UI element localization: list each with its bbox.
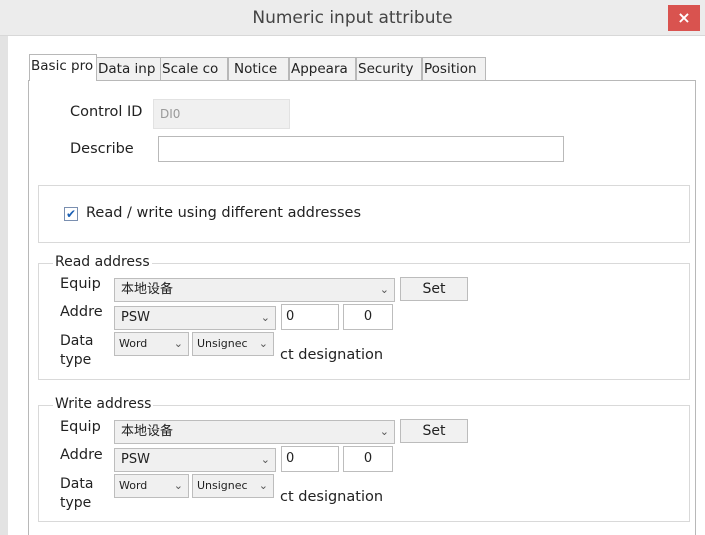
read-equip-label: Equip bbox=[60, 276, 101, 292]
write-sign-select[interactable]: Unsignec ⌄ bbox=[192, 474, 274, 498]
read-set-button[interactable]: Set bbox=[400, 277, 468, 301]
write-address-number-2[interactable]: 0 bbox=[343, 446, 393, 472]
describe-input[interactable] bbox=[158, 136, 564, 162]
tab-appearance[interactable]: Appeara bbox=[289, 57, 356, 81]
write-data-label-line1: Data bbox=[60, 476, 94, 492]
describe-label: Describe bbox=[70, 141, 134, 157]
tab-notice[interactable]: Notice bbox=[228, 57, 289, 81]
write-set-button[interactable]: Set bbox=[400, 419, 468, 443]
chevron-down-icon: ⌄ bbox=[173, 337, 183, 350]
tab-scale-conversion[interactable]: Scale co bbox=[160, 57, 228, 81]
read-sign-value: Unsignec bbox=[197, 337, 248, 350]
chevron-down-icon: ⌄ bbox=[258, 337, 268, 350]
read-sign-select[interactable]: Unsignec ⌄ bbox=[192, 332, 274, 356]
write-designation-text: ct designation bbox=[280, 489, 384, 505]
tab-basic-properties[interactable]: Basic pro bbox=[29, 54, 97, 81]
write-address-select[interactable]: PSW ⌄ bbox=[114, 448, 276, 472]
window-title: Numeric input attribute bbox=[252, 8, 453, 28]
chevron-down-icon: ⌄ bbox=[379, 283, 389, 296]
read-type-value: Word bbox=[119, 337, 148, 350]
close-icon[interactable]: × bbox=[668, 5, 700, 31]
read-designation-text: ct designation bbox=[280, 347, 384, 363]
read-address-legend: Read address bbox=[53, 254, 152, 270]
read-address-value: PSW bbox=[121, 310, 150, 325]
chevron-down-icon: ⌄ bbox=[379, 425, 389, 438]
chevron-down-icon: ⌄ bbox=[173, 479, 183, 492]
write-data-label-line2: type bbox=[60, 495, 92, 511]
read-address-select[interactable]: PSW ⌄ bbox=[114, 306, 276, 330]
write-equip-select[interactable]: 本地设备 ⌄ bbox=[114, 420, 395, 444]
control-id-field: DI0 bbox=[153, 99, 290, 129]
control-id-label: Control ID bbox=[70, 104, 143, 120]
write-sign-value: Unsignec bbox=[197, 479, 248, 492]
read-address-number-1[interactable]: 0 bbox=[281, 304, 339, 330]
write-type-select[interactable]: Word ⌄ bbox=[114, 474, 189, 498]
write-data-type-label: Data type bbox=[60, 475, 93, 513]
tab-position[interactable]: Position bbox=[422, 57, 486, 81]
chevron-down-icon: ⌄ bbox=[260, 311, 270, 324]
write-address-label: Addre bbox=[60, 447, 103, 463]
write-type-value: Word bbox=[119, 479, 148, 492]
write-address-legend: Write address bbox=[53, 396, 154, 412]
write-address-value: PSW bbox=[121, 452, 150, 467]
read-type-select[interactable]: Word ⌄ bbox=[114, 332, 189, 356]
write-address-number-1[interactable]: 0 bbox=[281, 446, 339, 472]
read-data-label-line2: type bbox=[60, 352, 92, 368]
rw-option-label: Read / write using different addresses bbox=[86, 205, 362, 221]
read-equip-value: 本地设备 bbox=[121, 282, 174, 297]
read-equip-select[interactable]: 本地设备 ⌄ bbox=[114, 278, 395, 302]
read-address-label: Addre bbox=[60, 304, 103, 320]
rw-checkbox[interactable]: ✔ bbox=[64, 207, 78, 221]
read-data-type-label: Data type bbox=[60, 332, 93, 370]
read-data-label-line1: Data bbox=[60, 333, 94, 349]
chevron-down-icon: ⌄ bbox=[258, 479, 268, 492]
chevron-down-icon: ⌄ bbox=[260, 453, 270, 466]
left-edge-strip bbox=[0, 36, 8, 535]
write-equip-label: Equip bbox=[60, 419, 101, 435]
tab-data-input[interactable]: Data inp bbox=[96, 57, 161, 81]
tab-security[interactable]: Security bbox=[356, 57, 422, 81]
read-address-number-2[interactable]: 0 bbox=[343, 304, 393, 330]
write-equip-value: 本地设备 bbox=[121, 424, 174, 439]
